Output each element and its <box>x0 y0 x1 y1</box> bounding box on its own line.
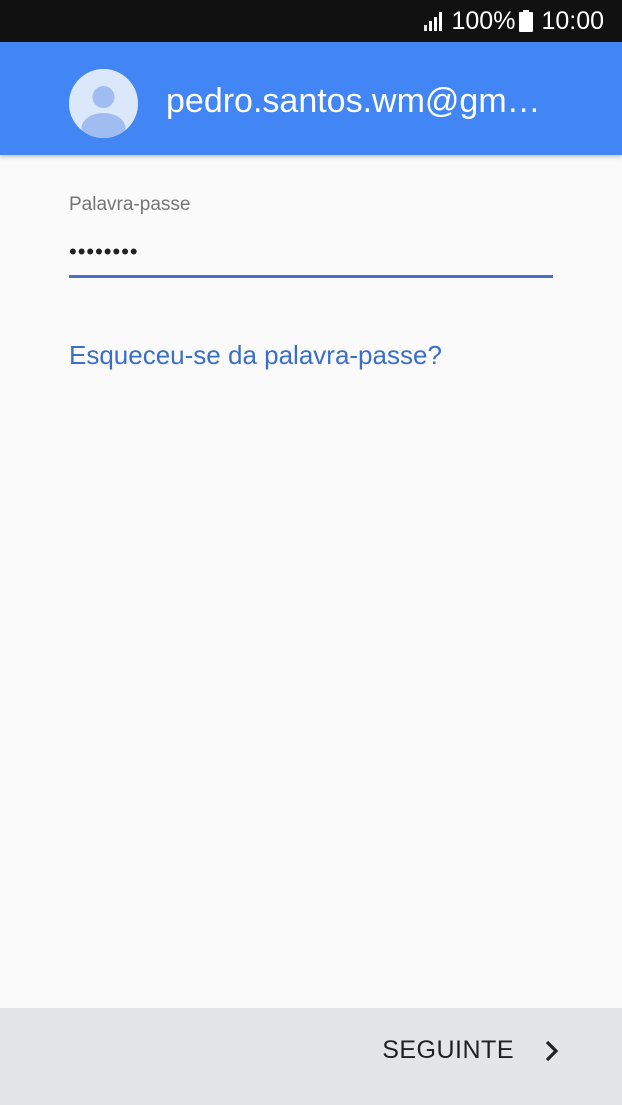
status-bar: 100% 10:00 <box>0 0 622 42</box>
battery-icon <box>519 10 534 32</box>
login-password-screen: 100% 10:00 pedro.santos.wm@gm… Palavra-p… <box>0 0 622 1105</box>
next-button[interactable]: SEGUINTE <box>382 1036 560 1065</box>
password-underline <box>69 275 553 278</box>
password-label: Palavra-passe <box>69 194 191 215</box>
bottom-navigation-bar: SEGUINTE <box>0 1008 622 1105</box>
password-input[interactable] <box>69 232 553 272</box>
battery-percentage: 100% <box>451 6 516 35</box>
chevron-right-icon <box>545 1040 559 1061</box>
signal-icon <box>424 12 443 31</box>
avatar <box>69 69 138 138</box>
clock: 10:00 <box>541 6 604 35</box>
account-email: pedro.santos.wm@gm… <box>166 82 541 120</box>
account-header: pedro.santos.wm@gm… <box>0 42 622 155</box>
account-avatar-icon <box>69 69 138 138</box>
next-button-label: SEGUINTE <box>382 1036 514 1064</box>
forgot-password-link[interactable]: Esqueceu-se da palavra-passe? <box>69 340 442 371</box>
